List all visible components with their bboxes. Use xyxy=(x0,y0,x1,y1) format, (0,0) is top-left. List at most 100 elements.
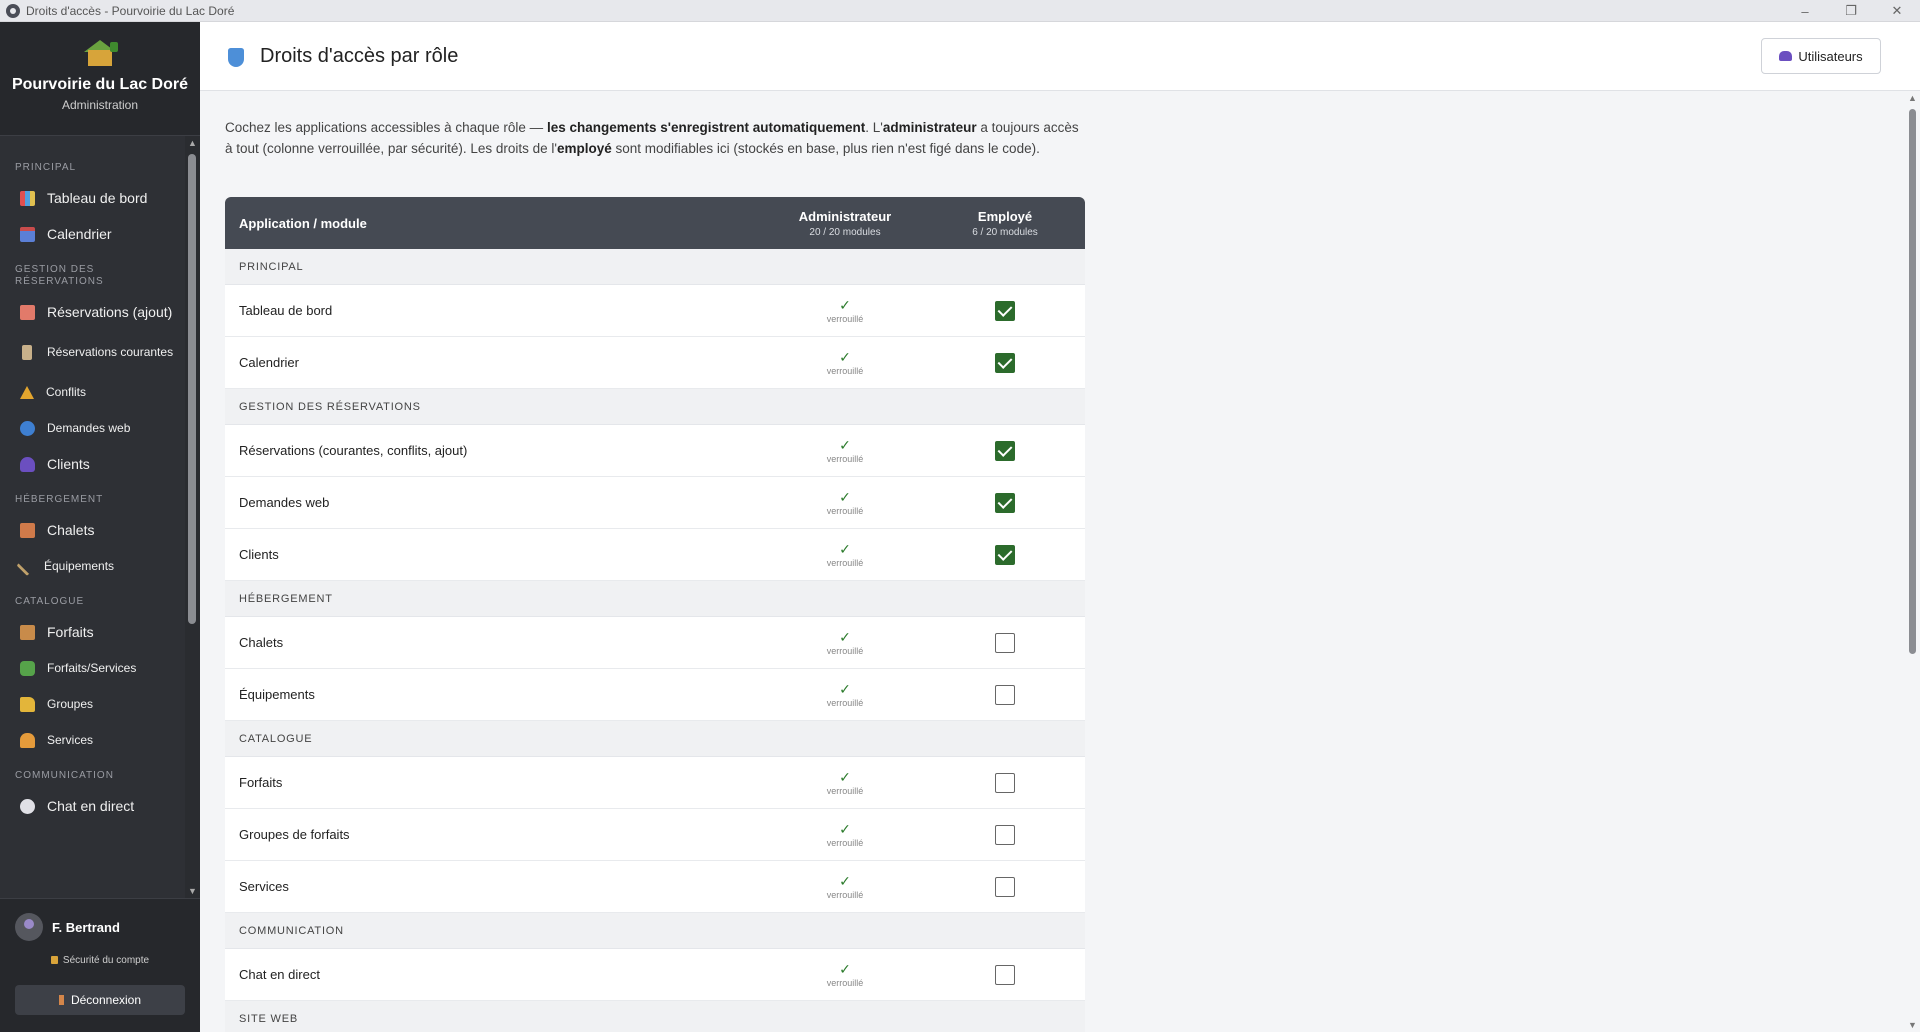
admin-locked-cell: ✓ verrouillé xyxy=(826,436,864,464)
sidebar-item-calendrier[interactable]: Calendrier xyxy=(0,216,185,252)
sidebar-item-label: Conflits xyxy=(46,385,87,399)
window-title: Droits d'accès - Pourvoirie du Lac Doré xyxy=(26,3,235,18)
main-scroll-thumb[interactable] xyxy=(1909,109,1916,654)
maximize-button[interactable]: ❐ xyxy=(1828,0,1874,22)
users-button[interactable]: Utilisateurs xyxy=(1761,38,1881,74)
sidebar-item-conflits[interactable]: Conflits xyxy=(0,374,185,410)
sidebar-scrollbar[interactable]: ▲ ▼ xyxy=(185,136,200,898)
table-row: Chat en direct ✓ verrouillé xyxy=(225,949,1085,1001)
sidebar-item-clients[interactable]: Clients xyxy=(0,446,185,482)
sidebar-item-services[interactable]: Services xyxy=(0,722,185,758)
sidebar: Pourvoirie du Lac Doré Administration PR… xyxy=(0,22,200,1032)
scroll-down-icon[interactable]: ▼ xyxy=(188,886,197,896)
sidebar-item-groupes[interactable]: Groupes xyxy=(0,686,185,722)
scroll-up-icon[interactable]: ▲ xyxy=(1908,93,1917,103)
sidebar-nav: PRINCIPAL Tableau de bord Calendrier GES… xyxy=(0,136,185,898)
sidebar-item-reservations-ajout[interactable]: Réservations (ajout) xyxy=(0,294,185,330)
main-scrollbar[interactable]: ▲ ▼ xyxy=(1905,91,1920,1032)
warning-icon xyxy=(20,385,34,399)
main-content: Cochez les applications accessibles à ch… xyxy=(200,91,1905,1032)
employee-checkbox[interactable] xyxy=(995,492,1015,513)
window-titlebar: Droits d'accès - Pourvoirie du Lac Doré … xyxy=(0,0,1920,22)
employee-checkbox[interactable] xyxy=(995,876,1015,897)
check-icon: ✓ xyxy=(839,768,851,785)
check-icon: ✓ xyxy=(839,628,851,645)
minimize-button[interactable]: – xyxy=(1782,0,1828,22)
table-row: Forfaits ✓ verrouillé xyxy=(225,757,1085,809)
sidebar-item-label: Équipements xyxy=(44,559,115,573)
employee-checkbox[interactable] xyxy=(995,684,1015,705)
table-section-catalogue: CATALOGUE xyxy=(225,721,1085,757)
sidebar-item-label: Demandes web xyxy=(47,421,131,435)
page-header: Droits d'accès par rôle Utilisateurs xyxy=(200,22,1920,91)
employee-checkbox[interactable] xyxy=(995,544,1015,565)
door-icon xyxy=(58,995,64,1005)
check-icon: ✓ xyxy=(839,296,851,313)
table-section-principal: PRINCIPAL xyxy=(225,249,1085,285)
sidebar-item-chalets[interactable]: Chalets xyxy=(0,512,185,548)
logout-button[interactable]: Déconnexion xyxy=(15,985,185,1015)
sidebar-item-label: Tableau de bord xyxy=(47,190,148,206)
table-row: Chalets ✓ verrouillé xyxy=(225,617,1085,669)
table-row: Groupes de forfaits ✓ verrouillé xyxy=(225,809,1085,861)
app-icon xyxy=(6,3,20,18)
wrench-icon xyxy=(16,556,36,576)
table-row: Calendrier ✓ verrouillé xyxy=(225,337,1085,389)
check-icon: ✓ xyxy=(839,872,851,889)
memo-icon xyxy=(20,304,35,320)
table-section-reservations: GESTION DES RÉSERVATIONS xyxy=(225,389,1085,425)
sidebar-item-label: Chalets xyxy=(47,522,95,538)
avatar xyxy=(15,913,43,941)
employee-checkbox[interactable] xyxy=(995,964,1015,985)
sidebar-item-forfaits[interactable]: Forfaits xyxy=(0,614,185,650)
sidebar-item-equipements[interactable]: Équipements xyxy=(0,548,185,584)
nav-section-principal: PRINCIPAL xyxy=(15,162,77,173)
folder-icon xyxy=(20,696,35,712)
sidebar-item-chat[interactable]: Chat en direct xyxy=(0,788,185,824)
table-header: Application / module Administrateur 20 /… xyxy=(225,197,1085,249)
table-section-communication: COMMUNICATION xyxy=(225,913,1085,949)
table-section-hebergement: HÉBERGEMENT xyxy=(225,581,1085,617)
brand: Pourvoirie du Lac Doré Administration xyxy=(0,22,200,136)
close-button[interactable]: ✕ xyxy=(1874,0,1920,22)
employee-checkbox[interactable] xyxy=(995,352,1015,373)
bell-icon xyxy=(20,732,35,748)
employee-checkbox[interactable] xyxy=(995,632,1015,653)
brand-name: Pourvoirie du Lac Doré xyxy=(11,76,189,93)
chat-bubble-icon xyxy=(20,798,35,814)
table-row: Tableau de bord ✓ verrouillé xyxy=(225,285,1085,337)
intro-text: Cochez les applications accessibles à ch… xyxy=(225,120,1079,156)
admin-locked-cell: ✓ verrouillé xyxy=(826,768,864,796)
calendar-icon xyxy=(20,226,35,242)
scroll-down-icon[interactable]: ▼ xyxy=(1908,1020,1917,1030)
admin-locked-cell: ✓ verrouillé xyxy=(826,540,864,568)
page-title: Droits d'accès par rôle xyxy=(260,45,459,67)
globe-icon xyxy=(20,420,35,436)
employee-checkbox[interactable] xyxy=(995,772,1015,793)
package-icon xyxy=(20,624,35,640)
admin-locked-cell: ✓ verrouillé xyxy=(826,348,864,376)
puzzle-icon xyxy=(20,660,35,676)
employee-checkbox[interactable] xyxy=(995,440,1015,461)
account-security-label: Sécurité du compte xyxy=(62,955,150,966)
sidebar-scroll-thumb[interactable] xyxy=(188,154,196,624)
admin-locked-cell: ✓ verrouillé xyxy=(826,820,864,848)
employee-checkbox[interactable] xyxy=(995,824,1015,845)
sidebar-item-label: Réservations (ajout) xyxy=(47,304,173,320)
scroll-up-icon[interactable]: ▲ xyxy=(188,138,197,148)
col-app-header: Application / module xyxy=(239,215,367,231)
sidebar-item-demandes-web[interactable]: Demandes web xyxy=(0,410,185,446)
sidebar-item-label: Réservations courantes xyxy=(47,345,174,359)
table-row: Services ✓ verrouillé xyxy=(225,861,1085,913)
nav-section-reservations: GESTION DES RÉSERVATIONS xyxy=(15,264,104,287)
employee-checkbox[interactable] xyxy=(995,300,1015,321)
admin-locked-cell: ✓ verrouillé xyxy=(826,872,864,900)
permissions-table: Application / module Administrateur 20 /… xyxy=(225,197,1085,1032)
admin-locked-cell: ✓ verrouillé xyxy=(826,628,864,656)
sidebar-item-tableau[interactable]: Tableau de bord xyxy=(0,180,185,216)
sidebar-item-reservations-courantes[interactable]: Réservations courantes xyxy=(0,330,185,374)
people-icon xyxy=(1779,51,1793,61)
sidebar-item-forfaits-services[interactable]: Forfaits/Services xyxy=(0,650,185,686)
account-security-link[interactable]: Sécurité du compte xyxy=(0,955,200,966)
clipboard-icon xyxy=(22,344,32,360)
